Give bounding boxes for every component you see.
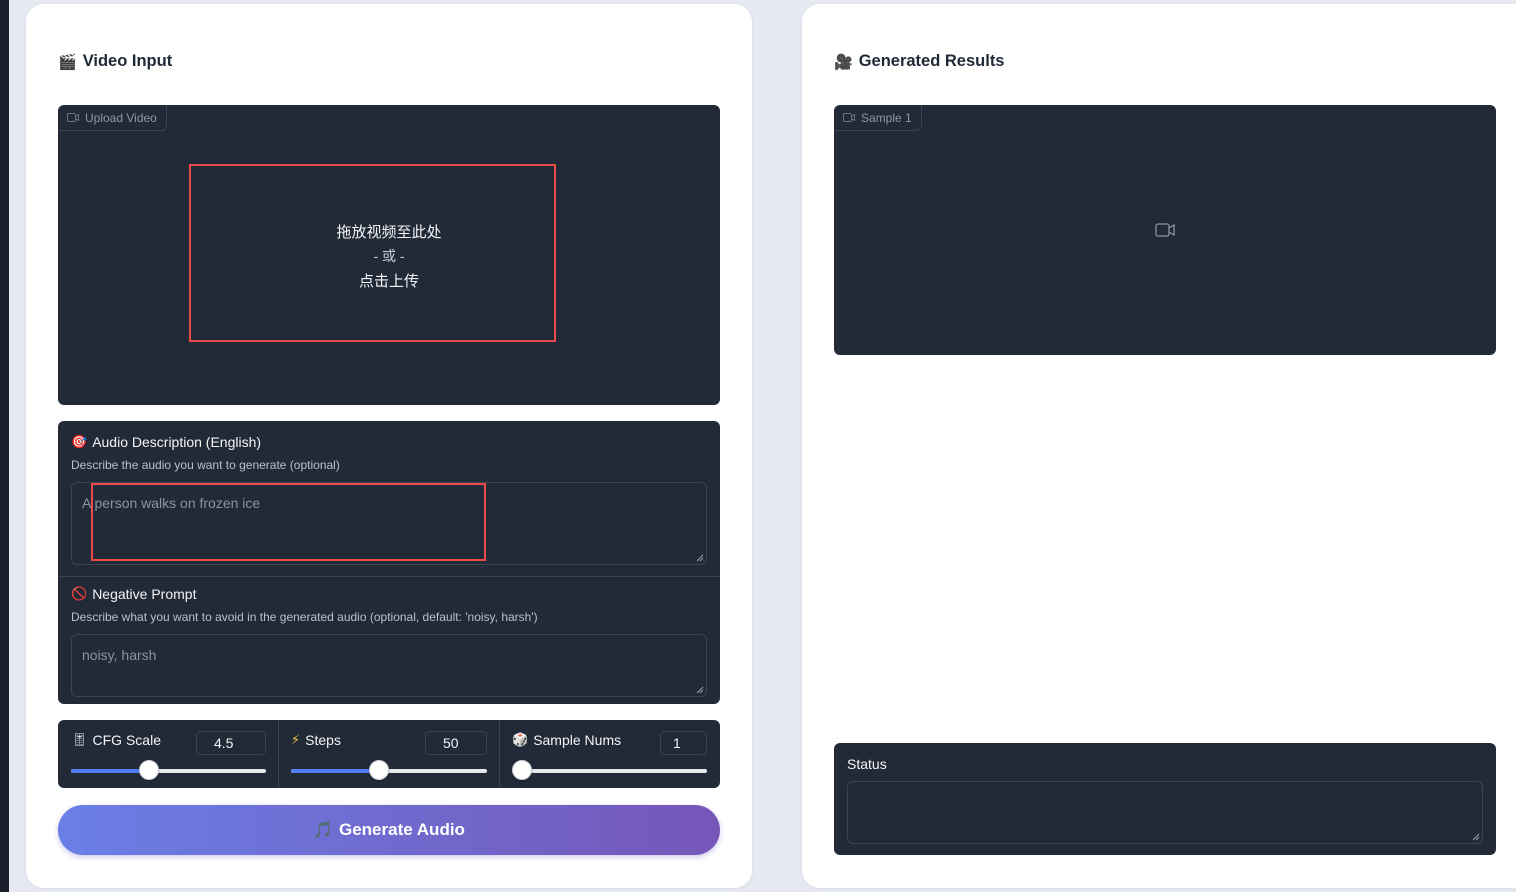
upload-video-tag-label: Upload Video (85, 110, 157, 125)
music-note-icon: 🎵 (313, 822, 333, 839)
generated-results-title: 🎥 Generated Results (834, 52, 1005, 71)
cfg-scale-label: 🎚 CFG Scale (71, 732, 161, 748)
video-input-panel: 🎬 Video Input Upload Video 拖放视频至此处 - 或 -… (26, 4, 752, 888)
sample-video-player[interactable]: Sample 1 (834, 105, 1496, 355)
highlight-box-description (91, 483, 486, 561)
steps-label: ⚡ Steps (291, 732, 341, 748)
target-icon: 🎯 (71, 434, 88, 449)
negative-prompt-input[interactable]: noisy, harsh (71, 634, 707, 697)
settings-sliders: 🎚 CFG Scale 4.5 ⚡ Steps 50 🎲 Sample Nums… (58, 720, 720, 788)
sample-nums-slider-thumb[interactable] (512, 760, 532, 780)
status-label: Status (847, 756, 887, 772)
cfg-scale-slider-thumb[interactable] (139, 760, 159, 780)
cfg-scale-label-text: CFG Scale (92, 732, 161, 748)
resize-handle-icon[interactable] (1472, 833, 1480, 841)
no-entry-icon: 🚫 (71, 586, 88, 601)
divider (58, 576, 720, 577)
video-camera-icon (843, 113, 855, 122)
negative-prompt-info: Describe what you want to avoid in the g… (71, 610, 538, 624)
dice-icon: 🎲 (512, 732, 529, 747)
generated-results-title-text: Generated Results (858, 52, 1005, 70)
window-edge (0, 0, 9, 892)
generate-audio-button[interactable]: 🎵 Generate Audio (58, 805, 720, 855)
highlight-box-upload (189, 164, 556, 342)
cfg-scale-control: 🎚 CFG Scale 4.5 (58, 720, 278, 788)
steps-slider-track[interactable] (291, 760, 487, 780)
sample-tag: Sample 1 (834, 105, 922, 131)
generated-results-panel: 🎥 Generated Results Sample 1 Status (802, 4, 1516, 888)
steps-slider-fill (291, 769, 380, 773)
movie-camera-icon: 🎥 (834, 53, 853, 71)
prompts-container: 🎯 Audio Description (English) Describe t… (58, 421, 720, 704)
audio-description-label-text: Audio Description (English) (92, 434, 262, 450)
steps-label-text: Steps (305, 732, 341, 748)
video-input-title-text: Video Input (82, 52, 173, 70)
sample-nums-slider-track[interactable] (512, 760, 707, 780)
resize-handle-icon[interactable] (696, 554, 704, 562)
sample-nums-control: 🎲 Sample Nums 1 (499, 720, 720, 788)
status-output (847, 781, 1483, 844)
negative-prompt-label-text: Negative Prompt (92, 586, 197, 602)
level-slider-icon: 🎚 (71, 732, 88, 747)
cfg-scale-slider-fill (71, 769, 149, 773)
audio-description-info: Describe the audio you want to generate … (71, 458, 340, 472)
sample-tag-label: Sample 1 (861, 110, 912, 125)
generate-audio-label: Generate Audio (338, 820, 465, 839)
steps-slider-thumb[interactable] (369, 760, 390, 780)
cfg-scale-slider-track[interactable] (71, 760, 266, 780)
sample-nums-label: 🎲 Sample Nums (512, 732, 621, 748)
status-block: Status (834, 743, 1496, 855)
lightning-icon: ⚡ (291, 732, 301, 747)
sample-nums-label-text: Sample Nums (533, 732, 622, 748)
negative-prompt-placeholder: noisy, harsh (82, 647, 157, 663)
audio-description-label: 🎯 Audio Description (English) (71, 434, 261, 450)
negative-prompt-label: 🚫 Negative Prompt (71, 586, 196, 602)
upload-video-dropzone[interactable]: Upload Video 拖放视频至此处 - 或 - 点击上传 (58, 105, 720, 405)
video-placeholder-icon (1155, 223, 1175, 237)
steps-number-input[interactable]: 50 (425, 731, 487, 755)
video-camera-icon (67, 113, 79, 122)
upload-video-tag: Upload Video (58, 105, 167, 131)
resize-handle-icon[interactable] (696, 686, 704, 694)
steps-control: ⚡ Steps 50 (278, 720, 499, 788)
sample-nums-number-input[interactable]: 1 (660, 731, 707, 755)
clapper-icon: 🎬 (58, 53, 77, 71)
video-input-title: 🎬 Video Input (58, 52, 172, 71)
cfg-scale-number-input[interactable]: 4.5 (196, 731, 266, 755)
